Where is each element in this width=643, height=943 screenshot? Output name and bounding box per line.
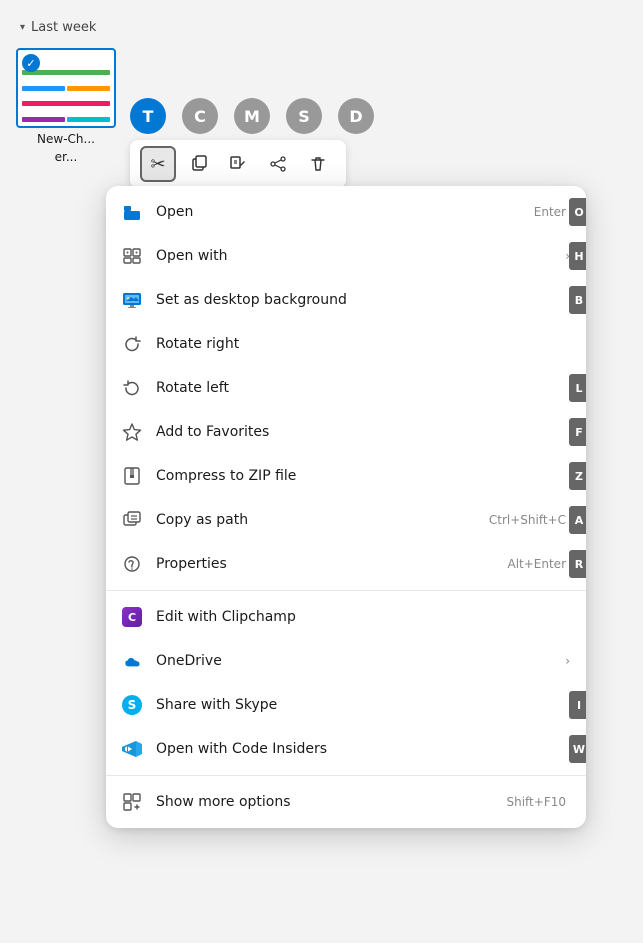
file-item[interactable]: ✓ New-Ch... er...: [16, 48, 116, 164]
vscode-icon: [122, 739, 142, 759]
kbd-W: W: [569, 735, 586, 763]
menu-item-vscode[interactable]: Open with Code Insiders W: [106, 727, 586, 771]
delete-button[interactable]: [300, 146, 336, 182]
menu-item-more-options-shortcut: Shift+F10: [506, 795, 570, 809]
menu-section-2: C Edit with Clipchamp OneDrive › S Share…: [106, 591, 586, 776]
menu-item-rotate-left-label: Rotate left: [156, 380, 570, 396]
properties-icon: [122, 554, 142, 574]
skype-icon: S: [122, 695, 142, 715]
menu-item-rotate-right[interactable]: Rotate right: [106, 322, 586, 366]
section-header: ▾ Last week: [20, 20, 623, 35]
menu-item-skype-label: Share with Skype: [156, 697, 570, 713]
zip-icon: [122, 466, 142, 486]
kbd-F: F: [569, 418, 586, 446]
menu-item-desktop-bg[interactable]: Set as desktop background B: [106, 278, 586, 322]
file-name: New-Ch...: [37, 132, 95, 146]
menu-item-vscode-label: Open with Code Insiders: [156, 741, 570, 757]
menu-item-open-label: Open: [156, 204, 520, 220]
menu-item-more-options[interactable]: Show more options Shift+F10: [106, 780, 586, 824]
kbd-O: O: [569, 198, 586, 226]
rotate-left-icon: [122, 378, 142, 398]
star-icon: [122, 422, 142, 442]
open-icon: [122, 202, 142, 222]
menu-item-rotate-right-label: Rotate right: [156, 336, 570, 352]
menu-item-open-shortcut: Enter: [534, 205, 570, 219]
avatar-C: C: [182, 98, 218, 134]
more-options-icon: [122, 792, 142, 812]
menu-item-zip[interactable]: Compress to ZIP file Z: [106, 454, 586, 498]
menu-item-skype[interactable]: S Share with Skype I: [106, 683, 586, 727]
menu-item-desktop-bg-label: Set as desktop background: [156, 292, 570, 308]
kbd-Z: Z: [569, 462, 586, 490]
avatar-M: M: [234, 98, 270, 134]
copy-button[interactable]: [180, 146, 216, 182]
kbd-B: B: [569, 286, 586, 314]
menu-item-open-with[interactable]: Open with › H: [106, 234, 586, 278]
avatar-row: T C M S D: [130, 98, 374, 134]
action-toolbar: ✂: [130, 140, 346, 188]
menu-item-properties[interactable]: Properties Alt+Enter R: [106, 542, 586, 586]
menu-item-zip-label: Compress to ZIP file: [156, 468, 570, 484]
avatar-D: D: [338, 98, 374, 134]
onedrive-icon: [122, 651, 142, 671]
kbd-H: H: [569, 242, 586, 270]
menu-item-more-options-label: Show more options: [156, 794, 492, 810]
menu-item-open-with-label: Open with: [156, 248, 547, 264]
menu-item-copy-path-label: Copy as path: [156, 512, 475, 528]
onedrive-arrow-icon: ›: [565, 654, 570, 668]
avatar-S: S: [286, 98, 322, 134]
clipchamp-icon: C: [122, 607, 142, 627]
menu-item-onedrive[interactable]: OneDrive ›: [106, 639, 586, 683]
kbd-I: I: [569, 691, 586, 719]
menu-item-clipchamp-label: Edit with Clipchamp: [156, 609, 570, 625]
menu-item-favorites[interactable]: Add to Favorites F: [106, 410, 586, 454]
menu-item-properties-shortcut: Alt+Enter: [507, 557, 570, 571]
rotate-right-icon: [122, 334, 142, 354]
cut-button[interactable]: ✂: [140, 146, 176, 182]
menu-section-3: Show more options Shift+F10: [106, 776, 586, 828]
rename-button[interactable]: [220, 146, 256, 182]
menu-section-1: Open Enter O Open with › H: [106, 186, 586, 591]
menu-item-clipchamp[interactable]: C Edit with Clipchamp: [106, 595, 586, 639]
desktop-bg-icon: [122, 290, 142, 310]
section-label-text: Last week: [31, 20, 96, 35]
chevron-icon: ▾: [20, 22, 25, 33]
menu-item-open[interactable]: Open Enter O: [106, 190, 586, 234]
menu-item-properties-label: Properties: [156, 556, 493, 572]
menu-item-copy-path[interactable]: Copy as path Ctrl+Shift+C A: [106, 498, 586, 542]
copy-path-icon: [122, 510, 142, 530]
kbd-R: R: [569, 550, 586, 578]
menu-item-onedrive-label: OneDrive: [156, 653, 547, 669]
file-thumbnail: ✓: [16, 48, 116, 128]
file-name-line2: er...: [55, 150, 78, 164]
open-with-icon: [122, 246, 142, 266]
kbd-L: L: [569, 374, 586, 402]
file-selected-check: ✓: [22, 54, 40, 72]
context-menu: Open Enter O Open with › H: [106, 186, 586, 828]
menu-item-rotate-left[interactable]: Rotate left L: [106, 366, 586, 410]
share-button[interactable]: [260, 146, 296, 182]
menu-item-copy-path-shortcut: Ctrl+Shift+C: [489, 513, 570, 527]
avatar-T: T: [130, 98, 166, 134]
menu-item-favorites-label: Add to Favorites: [156, 424, 570, 440]
kbd-A: A: [569, 506, 586, 534]
